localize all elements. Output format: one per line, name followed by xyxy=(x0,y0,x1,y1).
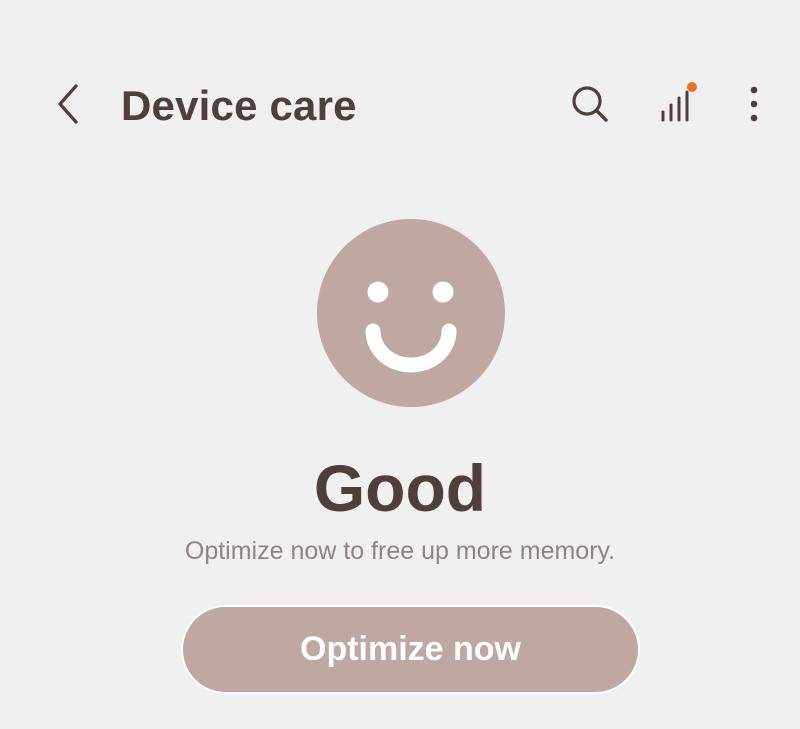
notification-dot xyxy=(687,82,697,92)
more-options-button[interactable] xyxy=(730,80,778,128)
status-heading: Good xyxy=(313,451,487,525)
status-subtitle: Optimize now to free up more memory. xyxy=(184,537,616,565)
back-button[interactable] xyxy=(44,80,92,128)
app-bar: Device care xyxy=(0,60,800,152)
optimize-now-button[interactable]: Optimize now xyxy=(181,605,640,694)
more-vertical-icon xyxy=(750,86,758,122)
stats-button[interactable] xyxy=(652,80,700,128)
page-title: Device care xyxy=(121,82,357,129)
status-face xyxy=(317,219,505,407)
search-icon xyxy=(572,86,608,122)
chevron-left-icon xyxy=(58,84,78,124)
bar-chart-icon xyxy=(661,82,697,122)
smiley-face-icon xyxy=(365,281,457,373)
search-button[interactable] xyxy=(566,80,614,128)
optimize-now-label: Optimize now xyxy=(300,630,521,668)
